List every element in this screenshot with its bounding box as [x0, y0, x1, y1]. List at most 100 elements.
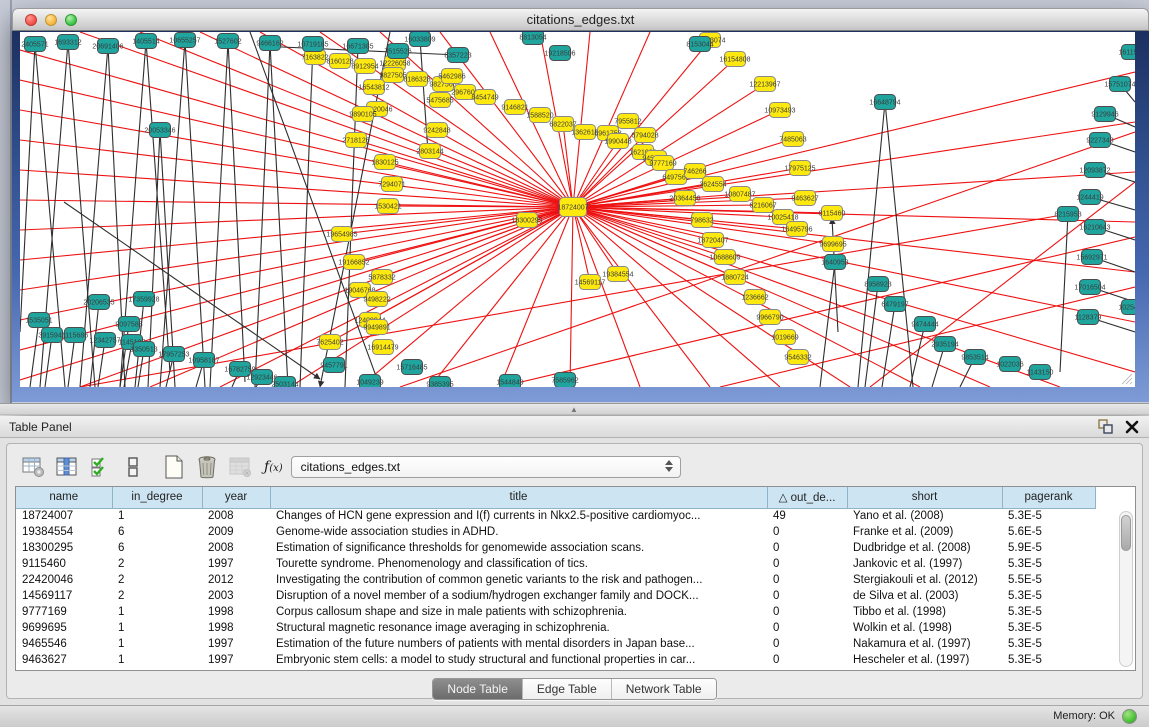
- table-cell[interactable]: 1: [112, 652, 202, 668]
- table-cell[interactable]: 0: [767, 588, 847, 604]
- graph-node[interactable]: 19218506: [544, 46, 575, 61]
- graph-node-hub[interactable]: 18724007: [557, 198, 588, 217]
- table-cell[interactable]: 2008: [202, 540, 270, 556]
- table-cell[interactable]: 2: [112, 588, 202, 604]
- table-cell[interactable]: 2003: [202, 588, 270, 604]
- table-cell[interactable]: 18724007: [16, 508, 112, 524]
- table-cell[interactable]: Disruption of a novel member of a sodium…: [270, 588, 767, 604]
- table-cell[interactable]: 9465546: [16, 636, 112, 652]
- table-cell[interactable]: 49: [767, 508, 847, 524]
- graph-node[interactable]: 15716485: [396, 360, 427, 375]
- graph-node[interactable]: 798632: [690, 213, 713, 228]
- table-cell[interactable]: 19384554: [16, 524, 112, 540]
- table-cell[interactable]: 22420046: [16, 572, 112, 588]
- table-cell[interactable]: 2009: [202, 524, 270, 540]
- graph-node[interactable]: 2803144: [416, 144, 443, 159]
- table-cell[interactable]: 1997: [202, 652, 270, 668]
- graph-node[interactable]: 15692971: [1076, 250, 1107, 265]
- column-header-pagerank[interactable]: pagerank: [1002, 487, 1095, 508]
- table-cell[interactable]: 1: [112, 620, 202, 636]
- table-cell[interactable]: 0: [767, 540, 847, 556]
- table-cell[interactable]: Structural magnetic resonance image aver…: [270, 620, 767, 636]
- delete-table-icon[interactable]: [194, 455, 220, 479]
- graph-node[interactable]: 7515526: [384, 44, 411, 59]
- panel-splitter[interactable]: ▲: [0, 403, 1149, 415]
- graph-node[interactable]: 1588520: [526, 108, 553, 123]
- table-cell[interactable]: 0: [767, 620, 847, 636]
- table-cell[interactable]: Franke et al. (2009): [847, 524, 1002, 540]
- graph-node[interactable]: 20691406: [92, 39, 123, 54]
- table-scrollbar[interactable]: [1119, 511, 1133, 667]
- graph-node[interactable]: 14569117: [575, 275, 606, 290]
- graph-node[interactable]: 9097588: [115, 317, 142, 332]
- table-cell[interactable]: 9777169: [16, 604, 112, 620]
- table-cell[interactable]: 2008: [202, 508, 270, 524]
- table-scrollbar-thumb[interactable]: [1121, 515, 1131, 551]
- table-cell[interactable]: 0: [767, 604, 847, 620]
- table-cell[interactable]: 1997: [202, 556, 270, 572]
- graph-node[interactable]: 20053346: [144, 123, 175, 138]
- graph-node[interactable]: 6479197: [881, 297, 908, 312]
- table-cell[interactable]: 5.3E-5: [1002, 556, 1095, 572]
- table-cell[interactable]: 9115460: [16, 556, 112, 572]
- graph-node[interactable]: 9129946: [1091, 107, 1118, 122]
- graph-node[interactable]: 1019669: [771, 330, 798, 345]
- graph-node[interactable]: 8912954: [351, 59, 378, 74]
- table-cell[interactable]: Genome-wide association studies in ADHD.: [270, 524, 767, 540]
- graph-node[interactable]: 1244419: [1076, 190, 1103, 205]
- graph-node[interactable]: 8186328: [403, 72, 430, 87]
- graph-node[interactable]: 1143150: [1027, 365, 1054, 380]
- new-table-icon[interactable]: [161, 455, 187, 479]
- graph-node[interactable]: 7294071: [378, 177, 405, 192]
- graph-node[interactable]: 9949891: [363, 320, 390, 335]
- graph-node[interactable]: 17975125: [784, 161, 815, 176]
- table-cell[interactable]: 0: [767, 572, 847, 588]
- graph-node[interactable]: 7485063: [779, 132, 806, 147]
- table-cell[interactable]: Dudbridge et al. (2008): [847, 540, 1002, 556]
- column-header-in_degree[interactable]: in_degree: [112, 487, 202, 508]
- table-cell[interactable]: 18300295: [16, 540, 112, 556]
- graph-node[interactable]: 3624554: [699, 177, 726, 192]
- graph-node[interactable]: 9242848: [423, 123, 450, 138]
- graph-node[interactable]: 16914479: [367, 340, 398, 355]
- tab-node-table[interactable]: Node Table: [433, 679, 523, 699]
- table-cell[interactable]: 9699695: [16, 620, 112, 636]
- table-cell[interactable]: 5.3E-5: [1002, 620, 1095, 636]
- graph-node[interactable]: 7955812: [614, 114, 641, 129]
- graph-node[interactable]: 2405571: [21, 37, 48, 52]
- table-cell[interactable]: 5.3E-5: [1002, 588, 1095, 604]
- table-cell[interactable]: Embryonic stem cells: a model to study s…: [270, 652, 767, 668]
- graph-node[interactable]: 5878332: [368, 270, 395, 285]
- graph-node[interactable]: 9853514: [961, 350, 988, 365]
- graph-node[interactable]: 17016504: [1074, 280, 1105, 295]
- select-all-rows-icon[interactable]: [87, 455, 113, 479]
- graph-node[interactable]: 1022036: [996, 357, 1023, 372]
- memory-ok-indicator[interactable]: [1122, 709, 1137, 724]
- graph-node[interactable]: 5475685: [426, 93, 453, 108]
- graph-node[interactable]: 19654985: [326, 227, 357, 242]
- graph-node[interactable]: 9498222: [363, 292, 390, 307]
- table-cell[interactable]: 9463627: [16, 652, 112, 668]
- table-cell[interactable]: 0: [767, 556, 847, 572]
- graph-node[interactable]: 9546332: [784, 350, 811, 365]
- graph-node[interactable]: 1693312: [54, 35, 81, 50]
- graph-node[interactable]: 1236662: [741, 290, 768, 305]
- table-cell[interactable]: Estimation of the future numbers of pati…: [270, 636, 767, 652]
- table-cell[interactable]: Corpus callosum shape and size in male p…: [270, 604, 767, 620]
- table-row[interactable]: 946362711997Embryonic stem cells: a mode…: [16, 652, 1095, 668]
- table-cell[interactable]: 14569117: [16, 588, 112, 604]
- graph-node[interactable]: 1128379: [1075, 310, 1102, 325]
- table-cell[interactable]: 2: [112, 556, 202, 572]
- column-header-out_de[interactable]: △ out_de...: [767, 487, 847, 508]
- graph-node[interactable]: 1049239: [356, 375, 383, 388]
- graph-node[interactable]: 2503144: [271, 377, 298, 388]
- table-cell[interactable]: Tourette syndrome. Phenomenology and cla…: [270, 556, 767, 572]
- table-cell[interactable]: 5.3E-5: [1002, 604, 1095, 620]
- canvas-resize-grip[interactable]: [1121, 373, 1133, 385]
- table-cell[interactable]: Yano et al. (2008): [847, 508, 1002, 524]
- graph-node[interactable]: 9227343: [1086, 133, 1113, 148]
- table-settings-icon[interactable]: [21, 455, 47, 479]
- graph-node[interactable]: 10958187: [188, 353, 219, 368]
- graph-node[interactable]: 7585962: [551, 373, 578, 388]
- table-row[interactable]: 1456911722003Disruption of a novel membe…: [16, 588, 1095, 604]
